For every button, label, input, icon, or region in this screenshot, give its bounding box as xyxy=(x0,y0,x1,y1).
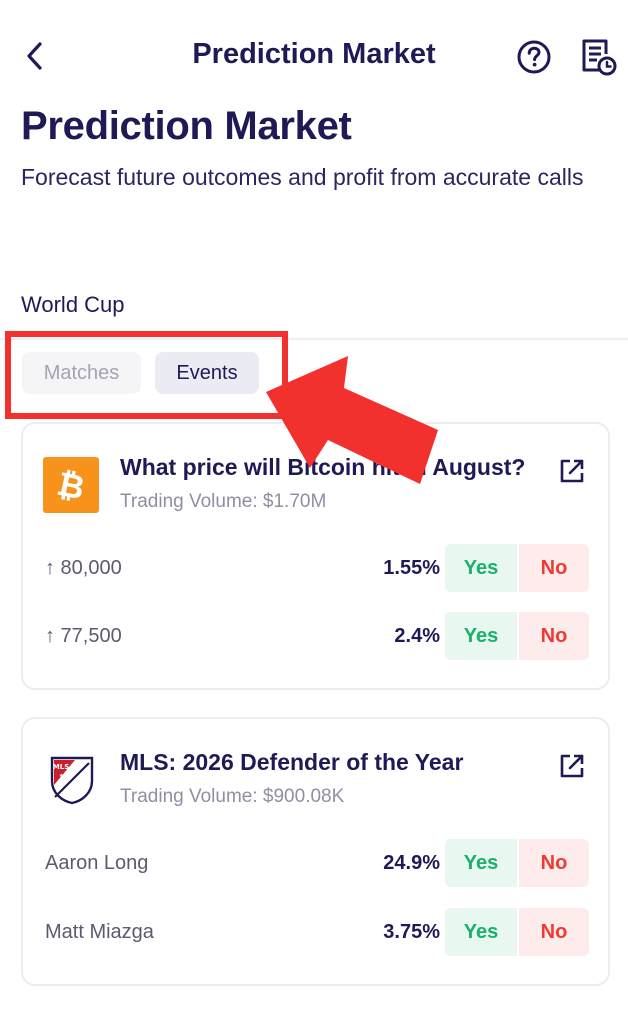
yes-button[interactable]: Yes xyxy=(445,839,517,887)
yes-button[interactable]: Yes xyxy=(445,612,517,660)
market-title[interactable]: What price will Bitcoin hit in August? xyxy=(120,454,525,481)
outcome-label: Aaron Long xyxy=(45,852,149,874)
question-circle-icon xyxy=(517,40,551,74)
outcome-label: ↑ 77,500 xyxy=(45,625,122,647)
trading-volume: Trading Volume: $900.08K xyxy=(120,786,345,807)
no-button[interactable]: No xyxy=(519,544,589,592)
outcome-row: ↑ 77,500 2.4% Yes No xyxy=(23,612,608,662)
outcome-row: ↑ 80,000 1.55% Yes No xyxy=(23,544,608,594)
outcome-probability: 24.9% xyxy=(383,852,440,874)
external-link-icon xyxy=(560,754,584,778)
market-title[interactable]: MLS: 2026 Defender of the Year xyxy=(120,749,463,776)
page-subtitle: Forecast future outcomes and profit from… xyxy=(21,164,584,190)
svg-text:★★: ★★ xyxy=(59,773,68,779)
yes-button[interactable]: Yes xyxy=(445,908,517,956)
outcome-probability: 1.55% xyxy=(383,557,440,579)
outcome-label: ↑ 80,000 xyxy=(45,557,122,579)
outcome-probability: 2.4% xyxy=(394,625,440,647)
tab-matches[interactable]: Matches xyxy=(22,352,141,394)
tab-events[interactable]: Events xyxy=(155,352,259,394)
share-button[interactable] xyxy=(557,751,587,781)
mls-logo-icon: MLS ★★ xyxy=(49,755,95,805)
no-button[interactable]: No xyxy=(519,839,589,887)
outcome-row: Aaron Long 24.9% Yes No xyxy=(23,839,608,889)
yes-button[interactable]: Yes xyxy=(445,544,517,592)
external-link-icon xyxy=(560,459,584,483)
bitcoin-icon: ₿ xyxy=(43,457,99,513)
market-card[interactable]: MLS ★★ MLS: 2026 Defender of the Year Tr… xyxy=(21,717,610,986)
order-history-button[interactable] xyxy=(578,37,618,77)
share-button[interactable] xyxy=(557,456,587,486)
page-title: Prediction Market xyxy=(21,104,352,148)
divider xyxy=(0,338,628,340)
no-button[interactable]: No xyxy=(519,612,589,660)
section-label-world-cup[interactable]: World Cup xyxy=(21,292,125,318)
document-clock-icon xyxy=(582,39,617,76)
top-bar: Prediction Market xyxy=(0,0,628,110)
help-button[interactable] xyxy=(516,39,552,75)
outcome-probability: 3.75% xyxy=(383,921,440,943)
trading-volume: Trading Volume: $1.70M xyxy=(120,491,327,512)
svg-text:MLS: MLS xyxy=(53,763,69,771)
no-button[interactable]: No xyxy=(519,908,589,956)
market-card[interactable]: ₿ What price will Bitcoin hit in August?… xyxy=(21,422,610,690)
outcome-label: Matt Miazga xyxy=(45,921,154,943)
outcome-row: Matt Miazga 3.75% Yes No xyxy=(23,908,608,958)
